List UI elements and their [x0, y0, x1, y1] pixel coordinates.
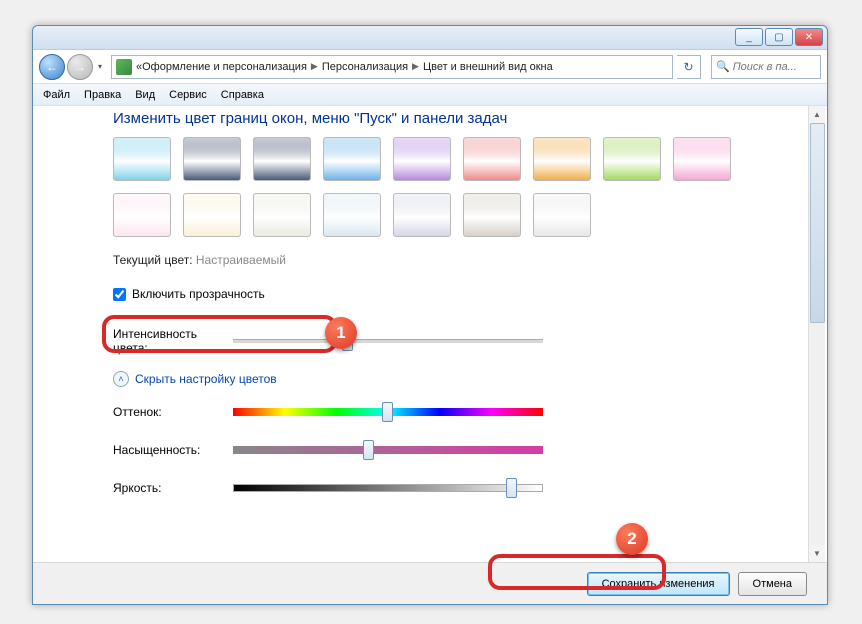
menu-tools[interactable]: Сервис	[169, 89, 207, 101]
color-swatch[interactable]	[603, 137, 661, 181]
color-swatch[interactable]	[253, 137, 311, 181]
save-button[interactable]: Сохранить изменения	[587, 572, 730, 596]
color-swatches	[113, 137, 753, 237]
color-swatch[interactable]	[393, 193, 451, 237]
content-area: ▲ ▼ Изменить цвет границ окон, меню "Пус…	[33, 106, 827, 562]
search-box[interactable]: 🔍	[711, 55, 821, 79]
intensity-label: Интенсивность цвета:	[113, 327, 233, 355]
color-swatch[interactable]	[673, 137, 731, 181]
color-swatch[interactable]	[463, 137, 521, 181]
hue-slider[interactable]	[233, 401, 543, 423]
search-input[interactable]	[733, 61, 813, 73]
color-swatch[interactable]	[393, 137, 451, 181]
color-swatch[interactable]	[253, 193, 311, 237]
nav-row: ← → ▾ « Оформление и персонализация ▶ Пе…	[33, 50, 827, 84]
breadcrumb-seg[interactable]: Цвет и внешний вид окна	[423, 61, 553, 73]
titlebar[interactable]: _ ▢ ✕	[33, 26, 827, 50]
brightness-slider[interactable]	[233, 477, 543, 499]
slider-thumb[interactable]	[382, 402, 393, 422]
hue-label: Оттенок:	[113, 405, 233, 419]
address-bar[interactable]: « Оформление и персонализация ▶ Персонал…	[111, 55, 673, 79]
mixer-label: Скрыть настройку цветов	[135, 372, 277, 386]
color-mixer-toggle[interactable]: ˄ Скрыть настройку цветов	[113, 371, 813, 387]
page-title: Изменить цвет границ окон, меню "Пуск" и…	[113, 110, 813, 127]
saturation-label: Насыщенность:	[113, 443, 233, 457]
color-swatch[interactable]	[113, 193, 171, 237]
slider-track	[233, 339, 543, 343]
color-swatch[interactable]	[183, 137, 241, 181]
slider-thumb[interactable]	[363, 440, 374, 460]
menu-bar: Файл Правка Вид Сервис Справка	[33, 84, 827, 106]
scroll-thumb[interactable]	[810, 123, 825, 323]
chevron-right-icon[interactable]: ▶	[307, 61, 322, 72]
scroll-down-icon[interactable]: ▼	[809, 545, 825, 562]
intensity-row: Интенсивность цвета:	[113, 327, 813, 355]
brightness-label: Яркость:	[113, 481, 233, 495]
menu-edit[interactable]: Правка	[84, 89, 121, 101]
forward-button[interactable]: →	[67, 54, 93, 80]
transparency-checkbox[interactable]	[113, 288, 126, 301]
nav-history-dropdown[interactable]: ▾	[93, 54, 107, 80]
control-panel-icon	[116, 59, 132, 75]
button-bar: Сохранить изменения Отмена	[33, 562, 827, 604]
brightness-row: Яркость:	[113, 477, 813, 499]
back-button[interactable]: ←	[39, 54, 65, 80]
refresh-button[interactable]: ↻	[677, 55, 701, 79]
search-icon: 🔍	[716, 60, 730, 73]
menu-help[interactable]: Справка	[221, 89, 264, 101]
color-swatch[interactable]	[323, 137, 381, 181]
slider-thumb[interactable]	[342, 331, 353, 351]
menu-file[interactable]: Файл	[43, 89, 70, 101]
slider-track	[233, 484, 543, 492]
slider-track	[233, 446, 543, 454]
chevron-up-icon: ˄	[113, 371, 129, 387]
close-button[interactable]: ✕	[795, 28, 823, 46]
scroll-up-icon[interactable]: ▲	[809, 106, 825, 123]
transparency-row: Включить прозрачность	[113, 281, 813, 307]
chevron-right-icon[interactable]: ▶	[408, 61, 423, 72]
transparency-label[interactable]: Включить прозрачность	[132, 287, 265, 301]
color-swatch[interactable]	[113, 137, 171, 181]
cancel-button[interactable]: Отмена	[738, 572, 807, 596]
breadcrumb-seg[interactable]: Персонализация	[322, 61, 408, 73]
color-swatch[interactable]	[533, 137, 591, 181]
color-swatch[interactable]	[463, 193, 521, 237]
breadcrumb-seg[interactable]: Оформление и персонализация	[142, 61, 307, 73]
explorer-window: _ ▢ ✕ ← → ▾ « Оформление и персонализаци…	[32, 25, 828, 605]
saturation-row: Насыщенность:	[113, 439, 813, 461]
slider-thumb[interactable]	[506, 478, 517, 498]
current-color-label: Текущий цвет:	[113, 253, 193, 267]
scrollbar[interactable]: ▲ ▼	[808, 106, 825, 562]
color-swatch[interactable]	[323, 193, 381, 237]
menu-view[interactable]: Вид	[135, 89, 155, 101]
intensity-slider[interactable]	[233, 330, 543, 352]
current-color-value: Настраиваемый	[196, 253, 286, 267]
color-swatch[interactable]	[533, 193, 591, 237]
hue-row: Оттенок:	[113, 401, 813, 423]
saturation-slider[interactable]	[233, 439, 543, 461]
minimize-button[interactable]: _	[735, 28, 763, 46]
color-swatch[interactable]	[183, 193, 241, 237]
current-color-row: Текущий цвет: Настраиваемый	[113, 253, 813, 267]
maximize-button[interactable]: ▢	[765, 28, 793, 46]
